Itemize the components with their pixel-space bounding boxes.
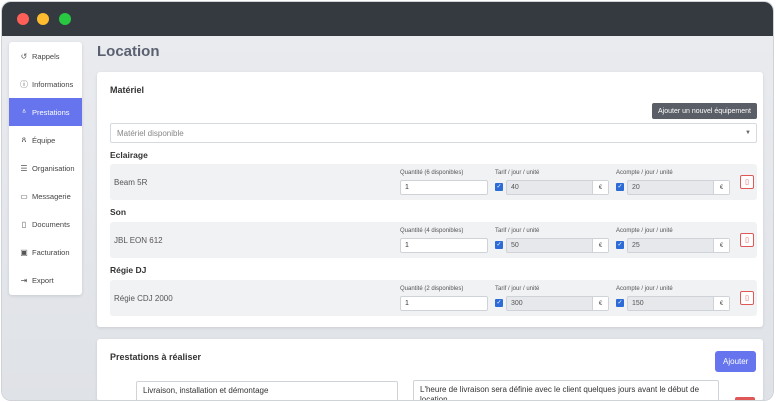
euro-icon: € — [713, 297, 729, 310]
chevron-down-icon: ▼ — [745, 130, 751, 136]
category-title-son: Son — [110, 207, 127, 217]
category-title-eclairage: Eclairage — [110, 150, 148, 160]
equipment-name: JBL EON 612 — [114, 236, 163, 245]
acompte-label: Acompte / jour / unité — [616, 286, 673, 292]
delete-equipment-button[interactable]: ▯ — [740, 233, 754, 247]
title-bar — [2, 2, 773, 36]
add-equipment-button[interactable]: Ajouter un nouvel équipement — [651, 103, 757, 119]
sidebar-item-documents[interactable]: ▯ Documents — [9, 210, 82, 238]
acompte-input[interactable]: 25 € — [627, 238, 730, 253]
sidebar-item-label: Prestations — [32, 107, 70, 117]
materiel-card: Matériel Ajouter un nouvel équipement Ma… — [97, 72, 763, 327]
prestation-note-textarea[interactable]: L'heure de livraison sera définie avec l… — [413, 380, 719, 400]
prestations-title: Prestations à réaliser — [110, 352, 202, 362]
sidebar-item-label: Équipe — [32, 135, 56, 145]
equipment-row: Beam 5R Quantité (6 disponibles) 1 Tarif… — [110, 164, 757, 200]
acompte-label: Acompte / jour / unité — [616, 170, 673, 176]
acompte-input[interactable]: 20 € — [627, 180, 730, 195]
materiel-title: Matériel — [110, 85, 145, 95]
trash-icon: ▯ — [745, 237, 749, 244]
acompte-checkbox[interactable]: ✓ — [616, 299, 624, 307]
document-icon: ▯ — [21, 219, 27, 229]
materiel-select[interactable]: Matériel disponible ▼ — [110, 123, 757, 143]
chat-icon: ▭ — [20, 191, 28, 201]
acompte-input[interactable]: 150 € — [627, 296, 730, 311]
quantity-input[interactable]: 1 — [400, 180, 488, 195]
export-icon: ⇥ — [20, 275, 28, 285]
equipment-row: JBL EON 612 Quantité (4 disponibles) 1 T… — [110, 222, 757, 258]
euro-icon: € — [592, 181, 608, 194]
acompte-label: Acompte / jour / unité — [616, 228, 673, 234]
tarif-input[interactable]: 300 € — [506, 296, 609, 311]
equipment-row: Régie CDJ 2000 Quantité (2 disponibles) … — [110, 280, 757, 316]
page-title: Location — [97, 43, 160, 60]
sidebar-item-label: Documents — [32, 219, 70, 229]
sidebar-item-label: Informations — [32, 79, 74, 89]
quantity-label: Quantité (6 disponibles) — [400, 170, 464, 176]
acompte-value: 25 — [632, 242, 640, 249]
list-icon: ☰ — [20, 163, 28, 173]
sidebar-item-label: Organisation — [32, 163, 75, 173]
quantity-label: Quantité (4 disponibles) — [400, 228, 464, 234]
acompte-checkbox[interactable]: ✓ — [616, 241, 624, 249]
sidebar-item-messagerie[interactable]: ▭ Messagerie — [9, 182, 82, 210]
tarif-value: 50 — [511, 242, 519, 249]
acompte-value: 150 — [632, 300, 644, 307]
tarif-checkbox[interactable]: ✓ — [495, 241, 503, 249]
tarif-checkbox[interactable]: ✓ — [495, 299, 503, 307]
acompte-value: 20 — [632, 184, 640, 191]
sidebar-item-label: Messagerie — [32, 191, 71, 201]
prestation-task-input[interactable]: Livraison, installation et démontage — [136, 381, 398, 400]
sidebar-item-rappels[interactable]: ↺ Rappels — [9, 42, 82, 70]
equipment-name: Beam 5R — [114, 178, 148, 187]
main-content: ↺ Rappels ⓘ Informations ᐞ Prestations ጸ… — [2, 36, 773, 400]
sidebar-item-label: Rappels — [32, 51, 60, 61]
sidebar-item-label: Export — [32, 275, 54, 285]
equipment-name: Régie CDJ 2000 — [114, 294, 173, 303]
maximize-window-button[interactable] — [59, 13, 71, 25]
tarif-value: 40 — [511, 184, 519, 191]
euro-icon: € — [592, 297, 608, 310]
close-window-button[interactable] — [17, 13, 29, 25]
category-title-regie-dj: Régie DJ — [110, 265, 147, 275]
history-icon: ↺ — [20, 51, 28, 61]
info-icon: ⓘ — [20, 79, 28, 89]
acompte-checkbox[interactable]: ✓ — [616, 183, 624, 191]
sitemap-icon: ᐞ — [21, 107, 27, 117]
sidebar-item-label: Facturation — [32, 247, 70, 257]
add-prestation-button[interactable]: Ajouter — [715, 351, 757, 372]
sidebar-item-export[interactable]: ⇥ Export — [9, 266, 82, 294]
minimize-window-button[interactable] — [37, 13, 49, 25]
tarif-label: Tarif / jour / unité — [495, 286, 540, 292]
app-window: ↺ Rappels ⓘ Informations ᐞ Prestations ጸ… — [2, 2, 773, 400]
users-icon: ጸ — [21, 135, 27, 144]
euro-icon: € — [592, 239, 608, 252]
delete-prestation-button[interactable] — [735, 397, 755, 400]
sidebar-item-organisation[interactable]: ☰ Organisation — [9, 154, 82, 182]
sidebar-item-equipe[interactable]: ጸ Équipe — [9, 126, 82, 154]
prestations-card: Prestations à réaliser Ajouter Livraison… — [97, 339, 763, 400]
quantity-input[interactable]: 1 — [400, 296, 488, 311]
sidebar-item-informations[interactable]: ⓘ Informations — [9, 70, 82, 98]
delete-equipment-button[interactable]: ▯ — [740, 291, 754, 305]
euro-icon: € — [713, 239, 729, 252]
sidebar-item-prestations[interactable]: ᐞ Prestations — [9, 98, 82, 126]
tarif-input[interactable]: 50 € — [506, 238, 609, 253]
trash-icon: ▯ — [745, 179, 749, 186]
invoice-icon: ▣ — [20, 247, 28, 257]
tarif-label: Tarif / jour / unité — [495, 170, 540, 176]
euro-icon: € — [713, 181, 729, 194]
trash-icon: ▯ — [745, 295, 749, 302]
sidebar-item-facturation[interactable]: ▣ Facturation — [9, 238, 82, 266]
materiel-select-placeholder: Matériel disponible — [117, 128, 184, 138]
tarif-checkbox[interactable]: ✓ — [495, 183, 503, 191]
tarif-input[interactable]: 40 € — [506, 180, 609, 195]
quantity-input[interactable]: 1 — [400, 238, 488, 253]
delete-equipment-button[interactable]: ▯ — [740, 175, 754, 189]
tarif-value: 300 — [511, 300, 523, 307]
tarif-label: Tarif / jour / unité — [495, 228, 540, 234]
sidebar: ↺ Rappels ⓘ Informations ᐞ Prestations ጸ… — [9, 42, 82, 295]
quantity-label: Quantité (2 disponibles) — [400, 286, 464, 292]
